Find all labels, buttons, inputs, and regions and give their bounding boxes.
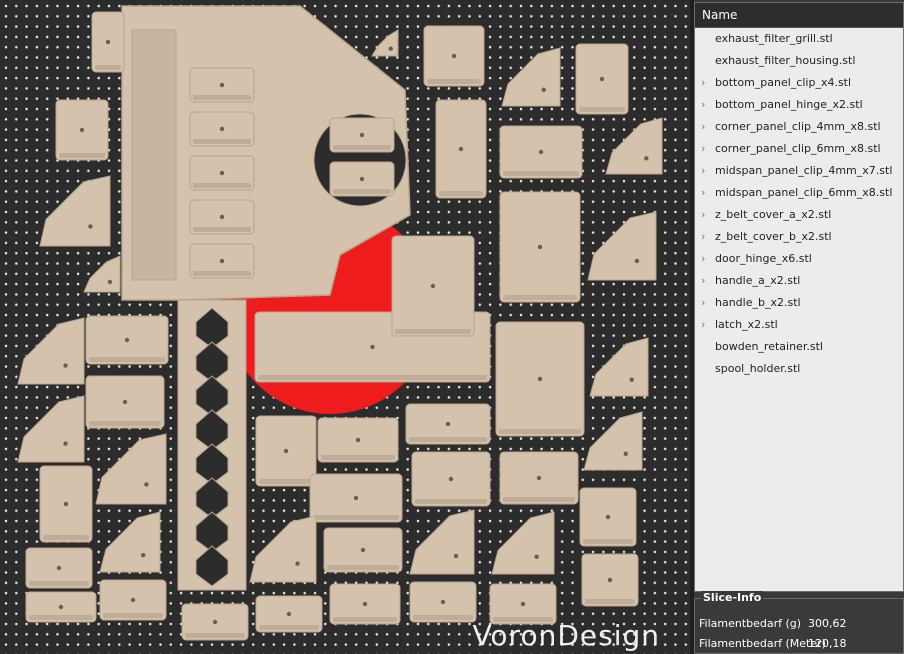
bottom-panel-clip-part[interactable] xyxy=(99,579,167,621)
z-belt-cover-b-part[interactable] xyxy=(499,191,581,303)
bottom-panel-clip-part[interactable] xyxy=(409,581,477,623)
midspan-clip-part[interactable] xyxy=(499,125,583,179)
bowden-retainer-part[interactable] xyxy=(329,117,395,153)
object-list-item-label: bowden_retainer.stl xyxy=(715,340,823,353)
object-list-item-label: handle_a_x2.stl xyxy=(715,274,801,287)
bottom-panel-clip-part[interactable] xyxy=(25,591,97,623)
z-belt-cover-b-part[interactable] xyxy=(495,321,585,437)
chevron-right-icon[interactable]: › xyxy=(701,204,705,226)
object-list-item-label: z_belt_cover_a_x2.stl xyxy=(715,208,832,221)
bottom-panel-clip-part[interactable] xyxy=(255,595,323,633)
chevron-right-icon[interactable]: › xyxy=(701,138,705,160)
object-list-item-label: door_hinge_x6.stl xyxy=(715,252,812,265)
object-list-header-name[interactable]: Name xyxy=(695,3,903,28)
chevron-right-icon[interactable]: › xyxy=(701,248,705,270)
bowden-part[interactable] xyxy=(255,415,317,487)
midspan-clip-part[interactable] xyxy=(85,375,165,429)
midspan-clip-part[interactable] xyxy=(85,315,169,365)
bottom-panel-clip-part[interactable] xyxy=(323,527,403,573)
exhaust-grill-slot-part[interactable] xyxy=(189,199,255,235)
door-hinge-part[interactable] xyxy=(39,465,93,543)
object-list-item-label: midspan_panel_clip_6mm_x8.stl xyxy=(715,186,893,199)
slice-info-value: 120,18 xyxy=(808,637,847,650)
latch-part[interactable] xyxy=(391,235,475,337)
slice-info-label: Filamentbedarf (Meter) xyxy=(699,637,826,650)
slice-info-label: Filamentbedarf (g) xyxy=(699,617,802,630)
z-belt-cover-part[interactable] xyxy=(423,25,485,87)
object-list-item-label: exhaust_filter_grill.stl xyxy=(715,32,833,45)
bottom-panel-clip-part[interactable] xyxy=(579,487,637,547)
object-list-item[interactable]: › midspan_panel_clip_6mm_x8.stl xyxy=(695,182,903,204)
latch-part[interactable] xyxy=(435,99,487,199)
object-list-item-label: bottom_panel_clip_x4.stl xyxy=(715,76,852,89)
object-list-item[interactable]: › latch_x2.stl xyxy=(695,314,903,336)
door-hinge-part[interactable] xyxy=(575,43,629,115)
slice-info-title: Slice-Info xyxy=(701,591,764,604)
object-list-item-label: z_belt_cover_b_x2.stl xyxy=(715,230,832,243)
object-list-item[interactable]: exhaust_filter_grill.stl xyxy=(695,28,903,50)
object-list-item[interactable]: › corner_panel_clip_6mm_x8.stl xyxy=(695,138,903,160)
object-list-body: exhaust_filter_grill.stl exhaust_filter_h… xyxy=(695,28,903,380)
exhaust-grill-slot-part[interactable] xyxy=(189,243,255,279)
chevron-right-icon[interactable]: › xyxy=(701,226,705,248)
object-list-item-label: midspan_panel_clip_4mm_x7.stl xyxy=(715,164,893,177)
object-list-item-label: exhaust_filter_housing.stl xyxy=(715,54,856,67)
object-list-item[interactable]: › bottom_panel_hinge_x2.stl xyxy=(695,94,903,116)
chevron-right-icon[interactable]: › xyxy=(701,292,705,314)
chevron-right-icon[interactable]: › xyxy=(701,182,705,204)
build-plate-scene[interactable] xyxy=(0,0,690,654)
object-list-item-label: latch_x2.stl xyxy=(715,318,778,331)
object-list-item[interactable]: › z_belt_cover_a_x2.stl xyxy=(695,204,903,226)
object-list-item[interactable]: bowden_retainer.stl xyxy=(695,336,903,358)
object-list-item[interactable]: › door_hinge_x6.stl xyxy=(695,248,903,270)
object-list-item-label: corner_panel_clip_4mm_x8.stl xyxy=(715,120,881,133)
chevron-right-icon[interactable]: › xyxy=(701,160,705,182)
bottom-panel-hinge-part[interactable] xyxy=(309,473,403,523)
midspan-clip-part[interactable] xyxy=(499,451,579,505)
object-list-item-label: corner_panel_clip_6mm_x8.stl xyxy=(715,142,881,155)
voron-design-watermark: VoronDesign xyxy=(472,619,660,652)
exhaust-grill-slot-part[interactable] xyxy=(189,155,255,191)
bowden-retainer-part[interactable] xyxy=(329,161,395,197)
chevron-right-icon[interactable]: › xyxy=(701,94,705,116)
spool-holder-part[interactable] xyxy=(177,299,247,591)
object-list-item[interactable]: › z_belt_cover_b_x2.stl xyxy=(695,226,903,248)
midspan-clip-part[interactable] xyxy=(405,403,491,445)
object-list-item[interactable]: › bottom_panel_clip_x4.stl xyxy=(695,72,903,94)
exhaust-grill-slot-part[interactable] xyxy=(189,67,255,103)
chevron-right-icon[interactable]: › xyxy=(701,314,705,336)
slice-info-row-grams: Filamentbedarf (g) 300,62 xyxy=(699,617,899,630)
slice-info-value: 300,62 xyxy=(808,617,847,630)
object-list-item-label: bottom_panel_hinge_x2.stl xyxy=(715,98,863,111)
object-list-panel[interactable]: Name exhaust_filter_grill.stl exhaust_fil… xyxy=(694,2,904,592)
midspan-clip-part[interactable] xyxy=(411,451,491,507)
bottom-panel-clip-part[interactable] xyxy=(25,547,93,589)
object-list-item[interactable]: spool_holder.stl xyxy=(695,358,903,380)
object-list-item[interactable]: exhaust_filter_housing.stl xyxy=(695,50,903,72)
chevron-right-icon[interactable]: › xyxy=(701,72,705,94)
exhaust-grill-slot-part[interactable] xyxy=(189,111,255,147)
slice-info-row-meters: Filamentbedarf (Meter) 120,18 xyxy=(699,637,899,650)
chevron-right-icon[interactable]: › xyxy=(701,270,705,292)
slice-info-panel: Slice-Info Filamentbedarf (g) 300,62 Fil… xyxy=(694,591,904,654)
bottom-panel-clip-part[interactable] xyxy=(489,583,557,625)
build-plate-viewport[interactable]: VoronDesign xyxy=(0,0,690,654)
object-list-item-label: spool_holder.stl xyxy=(715,362,801,375)
bottom-panel-clip-part[interactable] xyxy=(55,99,109,161)
object-list-item[interactable]: › corner_panel_clip_4mm_x8.stl xyxy=(695,116,903,138)
door-hinge-part[interactable] xyxy=(91,11,125,73)
midspan-clip-part[interactable] xyxy=(317,417,399,463)
object-list-item[interactable]: › midspan_panel_clip_4mm_x7.stl xyxy=(695,160,903,182)
bottom-panel-clip-part[interactable] xyxy=(329,583,401,625)
bottom-panel-clip-part[interactable] xyxy=(581,553,639,607)
chevron-right-icon[interactable]: › xyxy=(701,116,705,138)
object-list-item[interactable]: › handle_b_x2.stl xyxy=(695,292,903,314)
object-list-item[interactable]: › handle_a_x2.stl xyxy=(695,270,903,292)
bottom-panel-clip-part[interactable] xyxy=(181,603,249,641)
object-list-item-label: handle_b_x2.stl xyxy=(715,296,801,309)
